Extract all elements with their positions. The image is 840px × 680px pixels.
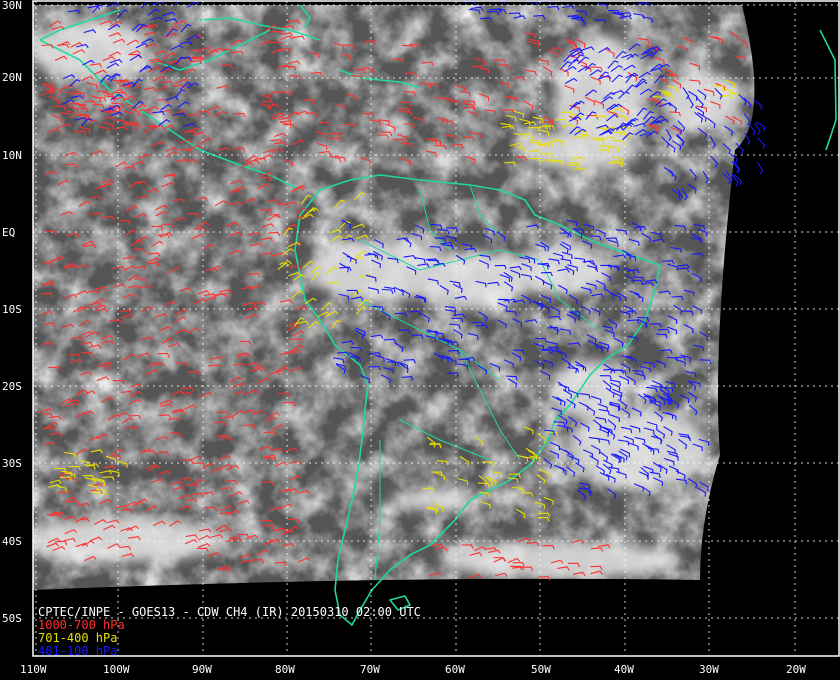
lon-label: 60W [445,663,465,676]
lon-label: 100W [103,663,130,676]
lon-label: 40W [614,663,634,676]
product-title: CPTEC/INPE - GOES13 - CDW CH4 (IR) 20150… [38,605,421,619]
lon-label: 70W [360,663,380,676]
lon-label: 90W [192,663,212,676]
lat-label: 50S [2,612,22,625]
lat-label: 40S [2,535,22,548]
legend-mid-level: 701-400 hPa [38,631,118,645]
lon-label: 50W [531,663,551,676]
legend-low-level: 1000-700 hPa [38,618,125,632]
legend-high-level: 401-100 hPa [38,644,118,658]
lat-label: 20S [2,380,22,393]
lon-label: 110W [20,663,47,676]
lat-label: 30S [2,457,22,470]
lon-label: 20W [786,663,806,676]
lat-label: 10S [2,303,22,316]
satellite-map [0,0,840,680]
lat-label: 10N [2,149,22,162]
lat-label: 30N [2,0,22,12]
satellite-image [0,0,840,680]
lat-label: 20N [2,71,22,84]
lon-label: 80W [275,663,295,676]
lon-label: 30W [699,663,719,676]
lat-label: EQ [2,226,16,239]
